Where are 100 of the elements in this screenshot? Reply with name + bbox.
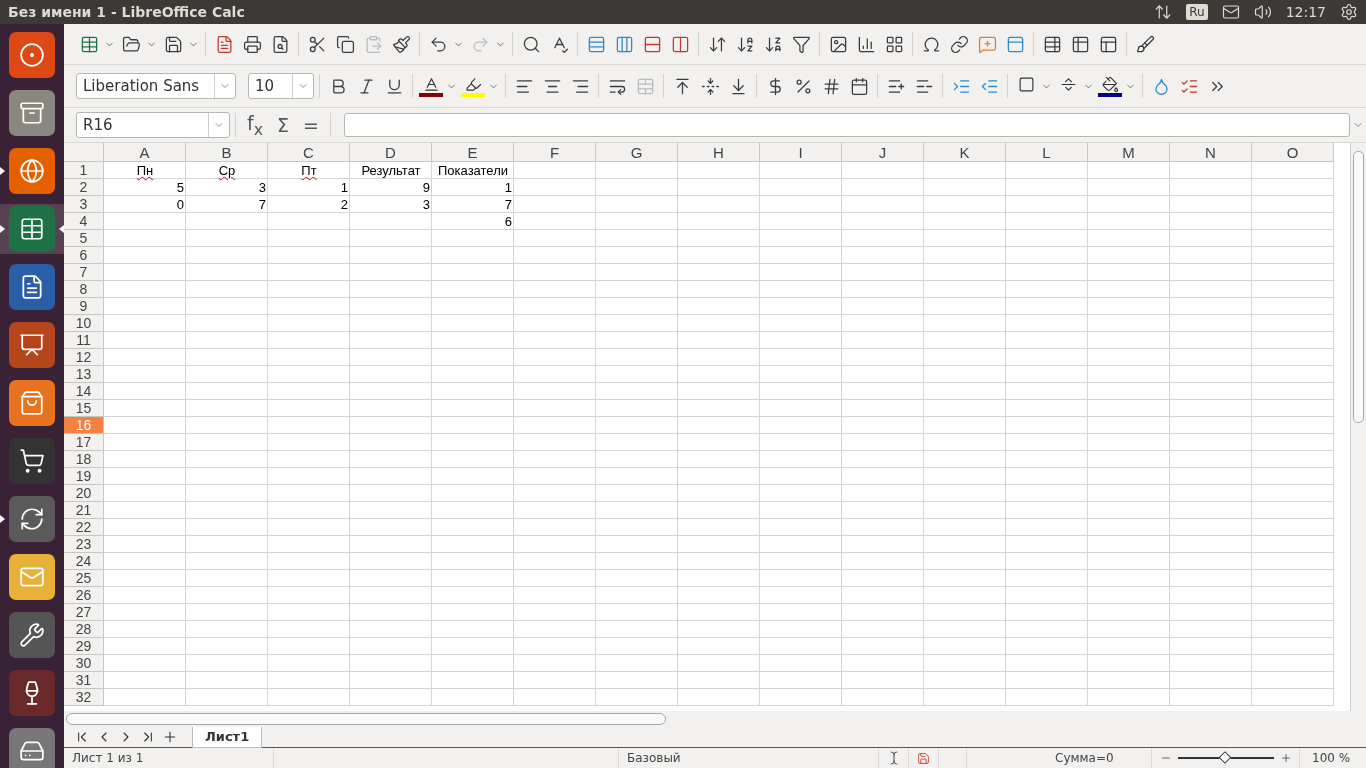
cart-icon	[19, 448, 45, 474]
keyboard-layout-indicator[interactable]: Ru	[1186, 4, 1208, 20]
row-header[interactable]: 23	[64, 536, 104, 553]
row-header[interactable]: 1	[64, 162, 104, 179]
save-icon	[163, 34, 183, 54]
column-header[interactable]: O	[1252, 143, 1334, 162]
row-header[interactable]: 9	[64, 298, 104, 315]
row-header[interactable]: 27	[64, 604, 104, 621]
table-cell-text: 1	[503, 179, 513, 196]
formula-button[interactable]: Σ	[271, 114, 296, 136]
column-header[interactable]: D	[350, 143, 432, 162]
row-header[interactable]: 25	[64, 570, 104, 587]
sheet-count: Лист 1 из 1	[72, 751, 144, 765]
shopping-bag-icon	[19, 390, 45, 416]
row-header[interactable]: 17	[64, 434, 104, 451]
row-header[interactable]: 6	[64, 247, 104, 264]
filter-icon	[791, 34, 811, 54]
column-header[interactable]: E	[432, 143, 514, 162]
column-header[interactable]: H	[678, 143, 760, 162]
column-header[interactable]: J	[842, 143, 924, 162]
formula-button[interactable]: f$_{x}$	[241, 111, 270, 139]
row-header[interactable]: 29	[64, 638, 104, 655]
row-header[interactable]: 22	[64, 519, 104, 536]
comment-icon	[977, 34, 997, 54]
row-header[interactable]: 2	[64, 179, 104, 196]
row-header[interactable]: 7	[64, 264, 104, 281]
sheet-tab[interactable]: Лист1	[192, 726, 263, 748]
row-header[interactable]: 32	[64, 689, 104, 706]
column-header[interactable]: C	[268, 143, 350, 162]
speaker-icon	[1253, 3, 1272, 21]
row-header[interactable]: 31	[64, 672, 104, 689]
link-icon	[949, 34, 969, 54]
row-header[interactable]: 8	[64, 281, 104, 298]
table-cell-text: Пн	[135, 162, 155, 179]
row-header[interactable]: 10	[64, 315, 104, 332]
highlight-color-icon	[464, 75, 482, 93]
vertical-scrollbar[interactable]	[1350, 143, 1366, 711]
row-header[interactable]: 12	[64, 349, 104, 366]
envelope-icon	[19, 564, 45, 590]
column-header[interactable]: G	[596, 143, 678, 162]
table-cell-text: Пт	[300, 162, 318, 179]
row-header[interactable]: 11	[64, 332, 104, 349]
row-header[interactable]: 5	[64, 230, 104, 247]
image-icon	[828, 34, 848, 54]
refresh-icon	[19, 506, 45, 532]
row-header[interactable]: 30	[64, 655, 104, 672]
column-header[interactable]: N	[1170, 143, 1252, 162]
table-icon	[79, 34, 99, 54]
column-header[interactable]: M	[1088, 143, 1170, 162]
table-cell-text: Результат	[360, 162, 422, 179]
table-cell-text: 9	[421, 179, 431, 196]
chart-icon	[856, 34, 876, 54]
window-title: Без имени 1 - LibreOffice Calc	[8, 4, 246, 20]
row-header[interactable]: 14	[64, 383, 104, 400]
table-cell-text: 7	[503, 196, 513, 213]
envelope-icon	[1221, 3, 1240, 21]
font-color-icon	[422, 75, 440, 93]
font-name-field[interactable]: Liberation Sans	[76, 73, 236, 99]
table-cell-text: 0	[175, 196, 185, 213]
plus-icon	[1280, 752, 1292, 764]
date-icon	[849, 76, 869, 96]
row-header[interactable]: 28	[64, 621, 104, 638]
clock[interactable]: 12:17	[1285, 4, 1326, 20]
draw-icon	[1135, 34, 1155, 54]
print-icon	[242, 34, 262, 54]
row-header[interactable]: 20	[64, 485, 104, 502]
formula-input-field[interactable]	[344, 113, 1350, 137]
folder-icon	[121, 34, 141, 54]
row-header[interactable]: 18	[64, 451, 104, 468]
table-cell-text: 6	[503, 213, 513, 230]
row-header[interactable]: 26	[64, 587, 104, 604]
borders-icon	[1017, 75, 1035, 93]
font-size-field[interactable]: 10	[248, 73, 314, 99]
brush-icon	[391, 34, 411, 54]
wrench-icon	[19, 622, 45, 648]
table-cell-text: 3	[421, 196, 431, 213]
document-icon	[19, 274, 45, 300]
column-header[interactable]: L	[1006, 143, 1088, 162]
column-header[interactable]: B	[186, 143, 268, 162]
save-icon	[917, 751, 930, 765]
row-header[interactable]: 19	[64, 468, 104, 485]
column-header[interactable]: F	[514, 143, 596, 162]
row-header[interactable]: 3	[64, 196, 104, 213]
search-icon	[521, 34, 541, 54]
row-header[interactable]: 4	[64, 213, 104, 230]
name-box[interactable]: R16	[76, 112, 230, 138]
row-header[interactable]: 13	[64, 366, 104, 383]
column-header[interactable]: K	[924, 143, 1006, 162]
row-header[interactable]: 21	[64, 502, 104, 519]
sum-label: Сумма=0	[1055, 751, 1114, 765]
column-header[interactable]: A	[104, 143, 186, 162]
launcher-item[interactable]	[0, 204, 64, 254]
add-sheet-button[interactable]	[162, 729, 178, 745]
page-style: Базовый	[627, 751, 681, 765]
formula-button[interactable]: =	[297, 114, 325, 136]
column-header[interactable]: I	[760, 143, 842, 162]
row-header[interactable]: 24	[64, 553, 104, 570]
row-header[interactable]: 15	[64, 400, 104, 417]
table-cell-text: 1	[339, 179, 349, 196]
align-middle-icon	[700, 76, 720, 96]
